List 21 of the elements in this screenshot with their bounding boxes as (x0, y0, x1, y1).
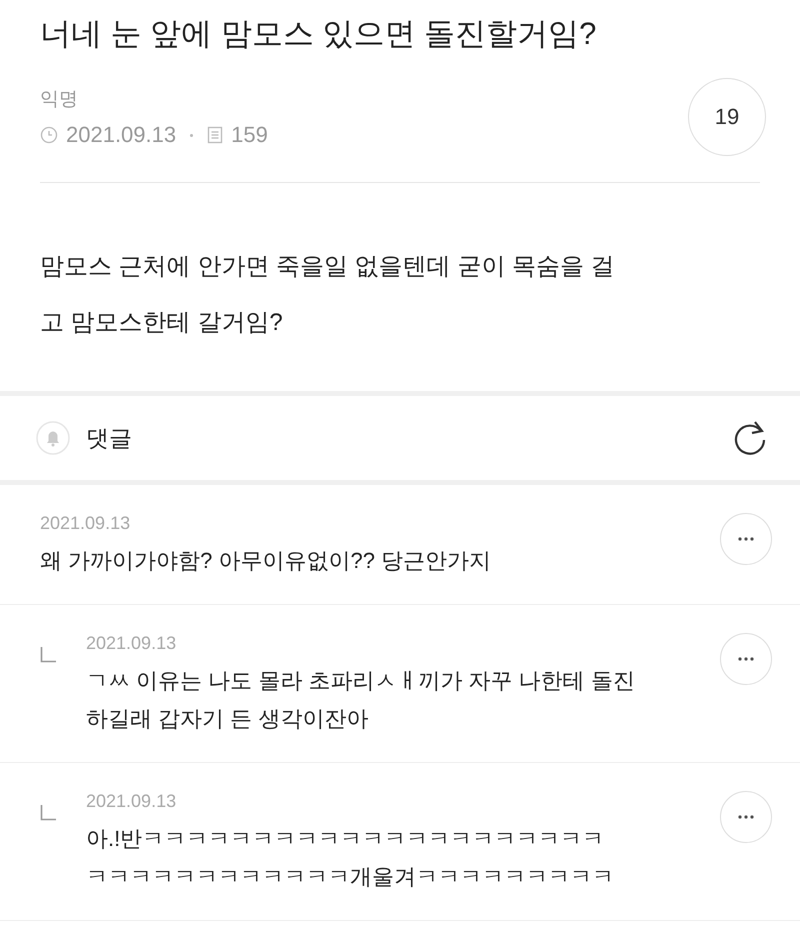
comments-label: 댓글 (86, 424, 132, 453)
post-date: 2021.09.13 (66, 122, 176, 148)
more-icon (738, 815, 754, 820)
comment-date: 2021.09.13 (40, 513, 132, 534)
comment-text: 왜 가까이가야함? 아무이유없이?? 당근안가지 (40, 547, 492, 576)
clock-icon (40, 126, 58, 144)
comment-date: 2021.09.13 (86, 791, 178, 812)
post-body: 맘모스 근처에 안가면 죽을일 없을텐데 굳이 목숨을 걸 고 맘모스한테 갈거임? (0, 183, 800, 396)
reply-mark-icon (40, 647, 56, 664)
document-icon (207, 126, 224, 144)
more-icon (738, 657, 754, 662)
comment-count-button[interactable]: 19 (688, 78, 766, 156)
comment-text: 아.!반ㅋㅋㅋㅋㅋㅋㅋㅋㅋㅋㅋㅋㅋㅋㅋㅋㅋㅋㅋㅋㅋ ㅋㅋㅋㅋㅋㅋㅋㅋㅋㅋㅋㅋ개울겨ㅋㅋㅋㅋㅋㅋㅋㅋㅋ (86, 825, 615, 892)
author-name: 익명 (40, 88, 79, 112)
bell-icon[interactable] (36, 421, 70, 456)
reply-mark-icon (40, 805, 56, 822)
comment-text: ㄱㅆ 이유는 나도 몰라 초파리ㅅㅐ끼가 자꾸 나한테 돌진 하길래 갑자기 든 생각이잔아 (86, 667, 636, 734)
post-title: 너네 눈 앞에 맘모스 있으면 돌진할거임? (40, 15, 598, 53)
view-count: 159 (231, 122, 268, 148)
comment-date: 2021.09.13 (86, 633, 178, 654)
more-icon (738, 537, 754, 542)
